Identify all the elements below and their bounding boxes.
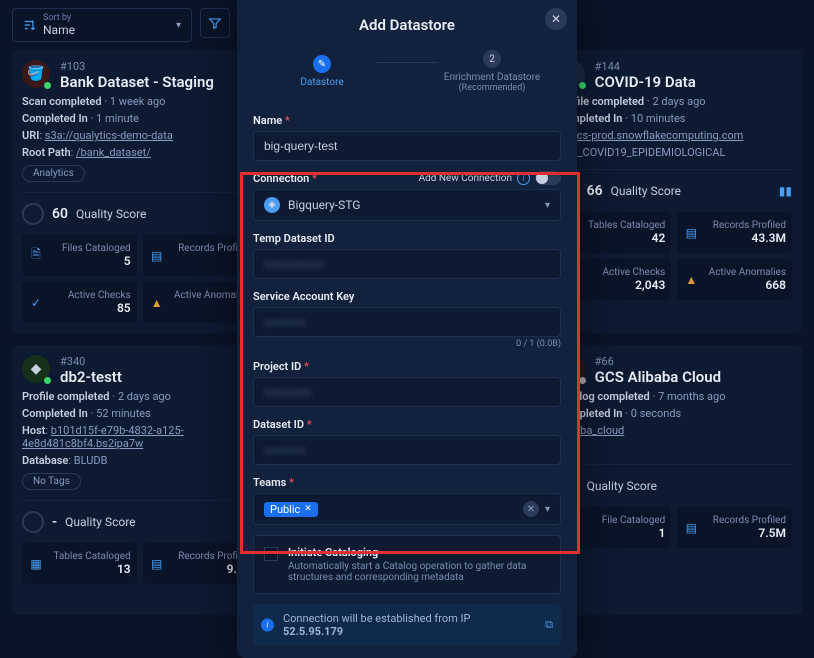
filter-button[interactable] [200, 8, 230, 38]
host-link[interactable]: alytics-prod.snowflakecomputing.com [557, 129, 744, 142]
records-icon: ▤ [683, 520, 699, 536]
service-account-input[interactable]: xxxxxxx [253, 307, 561, 337]
step-enrichment[interactable]: 2 Enrichment Datastore (Recommended) [437, 50, 547, 93]
modal-title: Add Datastore [237, 0, 577, 44]
clear-all-button[interactable]: ✕ [523, 501, 539, 517]
card-title: db2-testt [60, 368, 122, 386]
datastore-type-icon: 🪣 [22, 60, 50, 88]
temp-dataset-label: Temp Dataset ID [253, 232, 335, 245]
datastore-card[interactable]: 🪣 #103 Bank Dataset - Staging Scan compl… [12, 50, 267, 333]
sort-by-label: Sort by [43, 13, 170, 23]
sort-dropdown[interactable]: Sort by Name ▾ [12, 8, 192, 42]
stat-active-checks: ✓Active Checks85 [22, 282, 137, 323]
dataset-id-label: Dataset ID * [253, 418, 312, 431]
add-new-connection-toggle[interactable]: Add New Connection i [419, 171, 561, 185]
initiate-cataloging-checkbox[interactable] [264, 547, 278, 561]
card-id: #103 [60, 60, 214, 73]
toggle-switch[interactable] [535, 171, 561, 185]
tag-chip[interactable]: No Tags [22, 473, 81, 490]
name-input[interactable] [253, 131, 561, 161]
stat-files-cataloged: 🗎Files Cataloged5 [22, 235, 137, 276]
records-icon: ▤ [149, 248, 165, 264]
remove-chip-icon[interactable]: ✕ [304, 504, 312, 514]
card-id: #144 [595, 60, 696, 73]
info-icon: i [517, 172, 530, 185]
table-icon: ▦ [28, 556, 44, 572]
stat-tables-cataloged: ▦Tables Cataloged13 [22, 543, 137, 584]
card-title: COVID-19 Data [595, 73, 696, 91]
info-icon: i [261, 619, 274, 632]
initiate-cataloging-desc: Automatically start a Catalog operation … [288, 561, 550, 583]
uri-link[interactable]: s3a://qualytics-demo-data [45, 129, 173, 142]
chevron-down-icon: ▾ [545, 504, 550, 515]
add-datastore-modal: ✕ Add Datastore ✎ Datastore 2 Enrichment… [237, 0, 577, 658]
upload-counter: 0 / 1 (0.0B) [253, 339, 561, 349]
stepper: ✎ Datastore 2 Enrichment Datastore (Reco… [237, 44, 577, 103]
project-id-label: Project ID * [253, 360, 309, 373]
datastore-type-icon: ◆ [22, 355, 50, 383]
ip-info-banner: i Connection will be established from IP… [253, 604, 561, 646]
warning-icon: ▲ [149, 295, 165, 311]
teams-select[interactable]: Public ✕ ✕ ▾ [253, 493, 561, 525]
quality-gauge [22, 511, 44, 533]
connection-label: Connection * [253, 172, 317, 185]
host-link[interactable]: b101d15f-e79b-4832-a125-4e8d481c8bf4.bs2… [22, 424, 184, 450]
initiate-cataloging-row[interactable]: Initiate Cataloging Automatically start … [253, 535, 561, 594]
records-icon: ▤ [149, 556, 165, 572]
warning-icon: ▲ [683, 272, 699, 288]
chevron-down-icon: ▾ [545, 200, 550, 211]
stat-records-profiled: ▤Records Profiled43.3M [677, 212, 792, 253]
name-label: Name * [253, 114, 290, 127]
rootpath-link[interactable]: /bank_dataset/ [76, 146, 151, 159]
file-icon: 🗎 [28, 248, 44, 264]
chevron-down-icon: ▾ [176, 20, 181, 31]
filter-icon [208, 16, 222, 30]
bigquery-icon: ◆ [264, 197, 280, 213]
stat-active-anomalies: ▲Active Anomalies668 [677, 259, 792, 300]
teams-label: Teams * [253, 476, 294, 489]
step-datastore[interactable]: ✎ Datastore [267, 55, 377, 88]
pencil-icon: ✎ [313, 55, 331, 73]
datastore-card[interactable]: ❄ #144 COVID-19 Data Profile completed ·… [547, 50, 802, 333]
close-button[interactable]: ✕ [545, 8, 567, 30]
checks-icon: ✓ [28, 295, 44, 311]
project-id-input[interactable]: xxxxxxxx [253, 377, 561, 407]
sort-icon [23, 18, 37, 32]
tag-chip[interactable]: Analytics [22, 165, 85, 182]
datastore-card[interactable]: ☁ #66 GCS Alibaba Cloud Catalog complete… [547, 345, 802, 615]
copy-icon[interactable]: ⧉ [545, 618, 553, 632]
sort-by-value: Name [43, 23, 170, 37]
datastore-card[interactable]: ◆ #340 db2-testt Profile completed · 2 d… [12, 345, 267, 615]
temp-dataset-input[interactable]: xxxxxxxxxx [253, 249, 561, 279]
connection-select[interactable]: ◆ Bigquery-STG ▾ [253, 189, 561, 221]
records-icon: ▤ [683, 225, 699, 241]
scan-status: Scan completed · 1 week ago [22, 95, 257, 108]
card-title: GCS Alibaba Cloud [595, 368, 721, 386]
stat-records-profiled: ▤Records Profiled7.5M [677, 507, 792, 548]
initiate-cataloging-title: Initiate Cataloging [288, 546, 550, 559]
chart-icon[interactable]: ▮▮ [779, 184, 792, 198]
close-icon: ✕ [551, 12, 561, 26]
card-title: Bank Dataset - Staging [60, 73, 214, 91]
dataset-id-input[interactable]: xxxxxxx [253, 435, 561, 465]
quality-gauge [22, 203, 44, 225]
card-id: #340 [60, 355, 122, 368]
service-account-label: Service Account Key [253, 290, 354, 303]
team-chip[interactable]: Public ✕ [264, 502, 318, 517]
card-id: #66 [595, 355, 721, 368]
